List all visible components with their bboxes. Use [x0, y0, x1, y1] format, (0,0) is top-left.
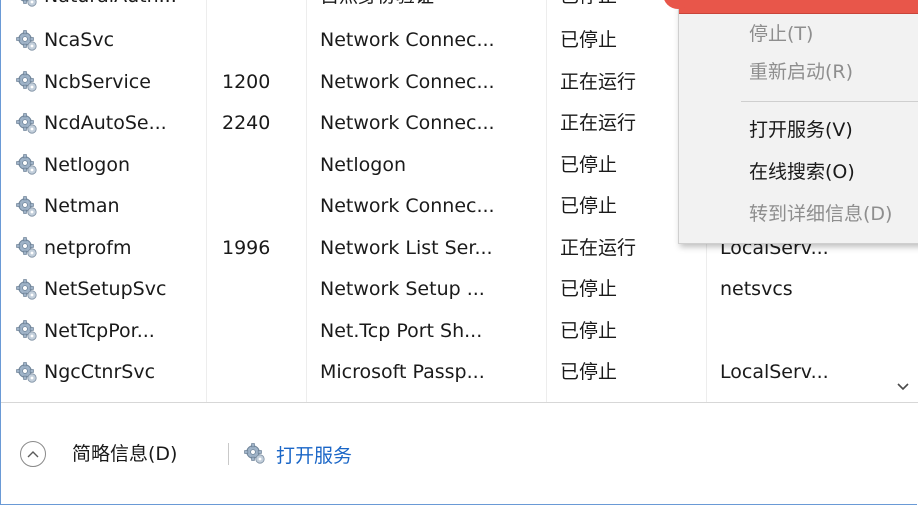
- service-pid-cell: [222, 20, 302, 61]
- gear-icon: [16, 320, 37, 341]
- footer-bar: 简略信息(D) 打开服务: [0, 402, 918, 507]
- gear-icon: [16, 154, 37, 175]
- chevron-down-icon: [897, 383, 909, 391]
- table-row[interactable]: NetTcpPor... Net.Tcp Port Sh... 已停止: [0, 311, 918, 352]
- gear-icon: [16, 71, 37, 92]
- gear-icon: [16, 112, 37, 134]
- service-description-cell: Network Connec...: [320, 70, 495, 93]
- menu-separator: [741, 101, 918, 102]
- service-description-cell: Microsoft Passp...: [320, 361, 485, 383]
- service-name-cell: Netlogon: [16, 145, 206, 186]
- gear-icon: [244, 443, 265, 464]
- table-row[interactable]: NgcCtnrSvc Microsoft Passp... 已停止 LocalServ…: [0, 352, 918, 393]
- collapse-details-label[interactable]: 简略信息(D): [72, 437, 177, 471]
- gear-icon: [16, 237, 37, 258]
- service-description-cell: 自然身份验证: [320, 0, 540, 17]
- service-status-cell: 已停止: [560, 319, 618, 342]
- service-pid-cell: 2240: [222, 112, 271, 134]
- service-description-cell: Net.Tcp Port Sh...: [320, 319, 483, 342]
- service-name-cell: NgcCtnrSvc: [16, 352, 206, 393]
- service-group-cell: netsvcs: [720, 278, 793, 300]
- chevron-up-icon: [27, 451, 39, 458]
- service-name-cell: NetTcpPor...: [16, 311, 206, 352]
- open-services-label: 打开服务: [276, 444, 353, 467]
- menu-item-stop[interactable]: 停止(T): [749, 16, 813, 52]
- scroll-down-button[interactable]: [888, 372, 918, 402]
- service-status-cell: 已停止: [560, 278, 618, 300]
- service-name-cell: netprofm: [16, 228, 206, 269]
- service-pid-cell: [222, 269, 302, 310]
- service-group-cell: [720, 311, 860, 352]
- gear-icon: [16, 29, 37, 51]
- service-name-cell: NaturalAuth...: [16, 0, 206, 17]
- footer-divider: [228, 443, 229, 465]
- menu-item-go-to-details[interactable]: 转到详细信息(D): [749, 196, 892, 232]
- gear-icon: [16, 278, 37, 300]
- service-description-cell: Network Connec...: [320, 29, 495, 51]
- service-pid-cell: [222, 186, 302, 227]
- gear-icon: [16, 195, 37, 217]
- gear-icon: [16, 0, 37, 7]
- collapse-details-button[interactable]: [20, 441, 46, 467]
- service-name-cell: NetSetupSvc: [16, 269, 206, 310]
- gear-icon: [16, 361, 37, 383]
- service-pid-cell: 1200: [222, 70, 271, 93]
- service-description-cell: Network List Ser...: [320, 236, 493, 259]
- service-description-cell: Netlogon: [320, 153, 406, 176]
- service-name-cell: NcaSvc: [16, 20, 206, 61]
- menu-item-search-online[interactable]: 在线搜索(O): [749, 154, 855, 190]
- service-pid-cell: [222, 352, 302, 393]
- service-pid-cell: 1996: [222, 236, 271, 259]
- table-row[interactable]: NetSetupSvc Network Setup ... 已停止 netsvcs: [0, 269, 918, 310]
- menu-item-restart[interactable]: 重新启动(R): [749, 54, 853, 90]
- service-status-cell: 已停止: [560, 361, 618, 383]
- menu-top-highlight: [679, 0, 918, 14]
- menu-item-open-services[interactable]: 打开服务(V): [749, 112, 853, 148]
- service-name-cell: NcbService: [16, 62, 206, 103]
- service-name-cell: Netman: [16, 186, 206, 227]
- service-description-cell: Network Connec...: [320, 112, 495, 134]
- service-pid-cell: [222, 311, 302, 352]
- service-group-cell: LocalServ...: [720, 361, 829, 383]
- service-description-cell: Network Setup ...: [320, 278, 485, 300]
- service-name-cell: NcdAutoSe...: [16, 103, 206, 144]
- context-menu: 停止(T) 重新启动(R) 打开服务(V) 在线搜索(O) 转到详细信息(D): [663, 0, 918, 244]
- service-description-cell: Network Connec...: [320, 195, 495, 217]
- open-services-link[interactable]: 打开服务: [244, 437, 352, 471]
- service-pid-cell: [222, 145, 302, 186]
